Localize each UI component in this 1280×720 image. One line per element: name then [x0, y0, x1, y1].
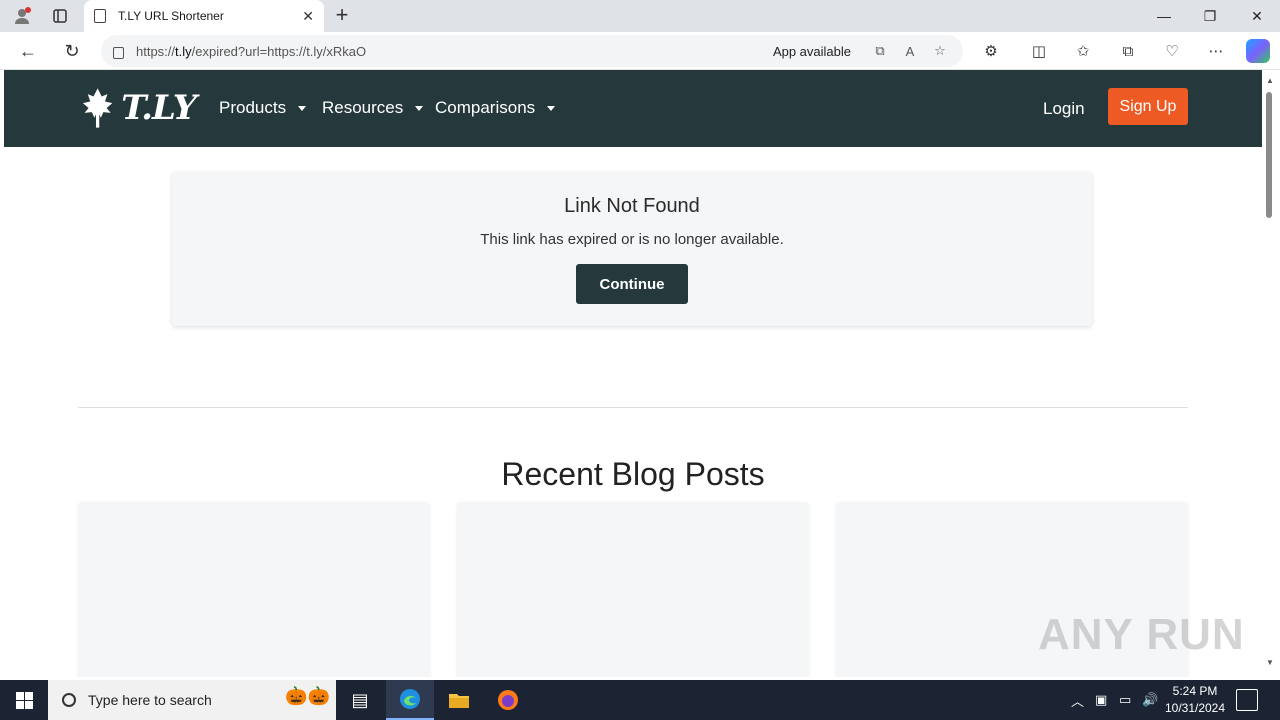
- menu-comparisons-label: Comparisons: [435, 98, 536, 117]
- search-placeholder: Type here to search: [88, 692, 212, 708]
- site-logo[interactable]: T.LY: [78, 82, 197, 134]
- caret-down-icon: [298, 105, 307, 111]
- browser-tab-bar: T.LY URL Shortener ✕ + — ❐ ✕: [0, 0, 1280, 32]
- blog-post-card[interactable]: [78, 502, 430, 677]
- signup-button[interactable]: Sign Up: [1108, 88, 1188, 125]
- install-app-icon[interactable]: ⧉: [869, 43, 891, 59]
- new-tab-button[interactable]: +: [330, 3, 354, 27]
- browser-essentials-icon[interactable]: ♡: [1160, 39, 1184, 63]
- read-aloud-icon[interactable]: A: [899, 44, 921, 59]
- lock-icon[interactable]: [113, 47, 124, 59]
- browser-tab[interactable]: T.LY URL Shortener ✕: [84, 0, 324, 32]
- url-text[interactable]: https://t.ly/expired?url=https://t.ly/xR…: [136, 44, 773, 59]
- favorite-star-icon[interactable]: ☆: [929, 43, 951, 59]
- anyrun-watermark: ANY RUN: [1038, 610, 1245, 659]
- link-not-found-card: Link Not Found This link has expired or …: [172, 172, 1092, 326]
- web-page: T.LY Products Resources Comparisons Logi…: [4, 70, 1262, 677]
- file-explorer-icon[interactable]: [435, 680, 483, 720]
- restore-button[interactable]: ❐: [1187, 0, 1233, 32]
- refresh-button[interactable]: ↻: [60, 39, 84, 63]
- clock-date: 10/31/2024: [1164, 701, 1226, 715]
- page-scrollbar[interactable]: ▲ ▼: [1262, 70, 1280, 677]
- menu-products-label: Products: [219, 98, 287, 117]
- page-icon: [94, 9, 106, 23]
- profile-icon[interactable]: [10, 4, 34, 28]
- windows-logo-icon: [15, 691, 33, 709]
- address-bar[interactable]: https://t.ly/expired?url=https://t.ly/xR…: [101, 35, 963, 67]
- taskbar-search[interactable]: Type here to search 🎃🎃: [48, 680, 336, 720]
- blog-section-title: Recent Blog Posts: [501, 456, 765, 492]
- split-screen-icon[interactable]: ◫: [1027, 39, 1051, 63]
- copilot-icon[interactable]: [1246, 39, 1270, 63]
- edge-taskbar-icon[interactable]: [386, 680, 434, 720]
- start-button[interactable]: [0, 680, 48, 720]
- blog-post-card[interactable]: [457, 502, 809, 677]
- tab-title: T.LY URL Shortener: [118, 9, 224, 23]
- collections-icon[interactable]: ⧉: [1116, 39, 1140, 63]
- continue-button[interactable]: Continue: [576, 264, 688, 304]
- firefox-icon[interactable]: [484, 680, 532, 720]
- menu-resources[interactable]: Resources: [322, 98, 424, 118]
- scrollbar-thumb[interactable]: [1266, 92, 1272, 218]
- card-message: This link has expired or is no longer av…: [480, 231, 784, 248]
- tree-logo-icon: [82, 88, 113, 128]
- notification-icon[interactable]: [1236, 689, 1258, 711]
- close-tab-icon[interactable]: ✕: [302, 8, 314, 25]
- scroll-up-icon[interactable]: ▲: [1266, 76, 1274, 85]
- logo-wordmark: T.LY: [121, 88, 197, 128]
- clock-time: 5:24 PM: [1172, 684, 1218, 698]
- menu-products[interactable]: Products: [219, 98, 307, 118]
- app-available-label[interactable]: App available: [773, 44, 851, 59]
- section-divider: [78, 407, 1188, 408]
- tray-chevron-icon[interactable]: ︿: [1071, 680, 1084, 720]
- back-button[interactable]: ←: [16, 39, 40, 63]
- taskbar-clock[interactable]: 5:24 PM 10/31/2024: [1160, 683, 1230, 717]
- card-title: Link Not Found: [564, 195, 700, 217]
- more-options-icon[interactable]: ⋯: [1204, 39, 1228, 63]
- caret-down-icon: [547, 105, 556, 111]
- close-window-button[interactable]: ✕: [1234, 0, 1280, 32]
- login-link[interactable]: Login: [1043, 99, 1085, 119]
- halloween-pumpkins-icon: 🎃🎃: [285, 686, 330, 706]
- favorites-icon[interactable]: ✩: [1071, 39, 1095, 63]
- menu-resources-label: Resources: [322, 98, 404, 117]
- search-icon: [62, 693, 76, 707]
- volume-icon[interactable]: 🔊: [1142, 680, 1158, 720]
- tab-actions-icon[interactable]: [48, 4, 72, 28]
- browser-toolbar: ← ↻ https://t.ly/expired?url=https://t.l…: [0, 32, 1280, 70]
- caret-down-icon: [415, 105, 424, 111]
- network-icon[interactable]: ▭: [1119, 680, 1131, 720]
- tray-device-icon[interactable]: ▣: [1095, 680, 1107, 720]
- windows-taskbar: Type here to search 🎃🎃 ▤ ︿ ▣ ▭ 🔊 5:24 PM…: [0, 680, 1280, 720]
- minimize-button[interactable]: —: [1141, 0, 1187, 32]
- menu-comparisons[interactable]: Comparisons: [435, 98, 556, 118]
- task-view-icon[interactable]: ▤: [336, 680, 384, 720]
- site-header: T.LY Products Resources Comparisons Logi…: [4, 70, 1262, 147]
- extensions-icon[interactable]: ⚙: [979, 39, 1003, 63]
- scroll-down-icon[interactable]: ▼: [1266, 658, 1274, 667]
